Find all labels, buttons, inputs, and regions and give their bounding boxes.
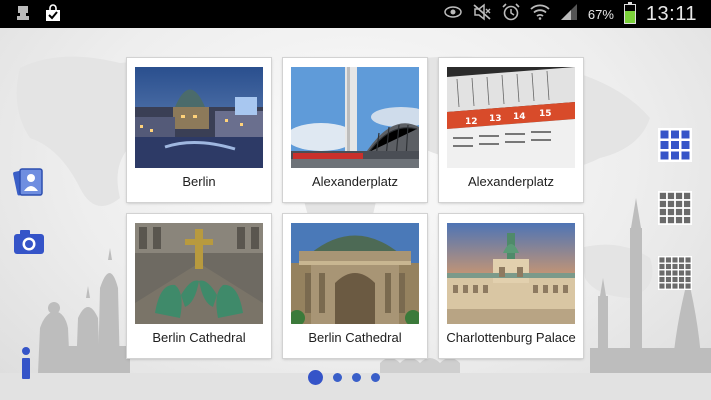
svg-text:12: 12: [465, 117, 478, 127]
battery-percent: 67%: [587, 6, 614, 22]
tile-label: Alexanderplatz: [312, 174, 398, 189]
usb-debug-icon: [16, 5, 30, 26]
svg-text:14: 14: [513, 112, 526, 122]
grid-3x3-icon: [658, 128, 692, 166]
view-grid-5x5-button[interactable]: [658, 256, 692, 295]
contacts-button[interactable]: [12, 164, 46, 203]
camera-icon: [12, 230, 46, 260]
world-clock-photo: 12 13 14 15: [447, 67, 575, 168]
tv-tower-photo: [291, 67, 419, 168]
page-dot-3[interactable]: [352, 373, 361, 382]
grid-4x4-icon: [658, 191, 692, 229]
tile-label: Berlin: [182, 174, 216, 189]
shopping-bag-check-icon: [44, 4, 62, 27]
tile-berlin-cathedral-statues[interactable]: Berlin Cathedral: [127, 214, 271, 358]
view-grid-4x4-button[interactable]: [658, 191, 692, 230]
tile-charlottenburg-palace[interactable]: Charlottenburg Palace: [439, 214, 583, 358]
eye-icon: [444, 5, 462, 23]
page-indicator: [308, 370, 380, 385]
tile-label: Alexanderplatz: [468, 174, 554, 189]
battery-icon: [623, 2, 636, 24]
wifi-icon: [530, 4, 550, 25]
tile-berlin[interactable]: Berlin: [127, 58, 271, 202]
svg-text:13: 13: [489, 114, 502, 124]
contacts-card-icon: [12, 168, 46, 202]
info-button[interactable]: [18, 346, 34, 385]
svg-text:15: 15: [539, 109, 552, 119]
view-grid-3x3-button[interactable]: [658, 128, 692, 167]
tile-berlin-cathedral-facade[interactable]: Berlin Cathedral: [283, 214, 427, 358]
page-dot-2[interactable]: [333, 373, 342, 382]
camera-button[interactable]: [12, 228, 46, 261]
tile-label: Charlottenburg Palace: [446, 330, 576, 345]
tile-alexanderplatz-clock[interactable]: 12 13 14 15 Alexanderplatz: [439, 58, 583, 202]
tile-label: Berlin Cathedral: [308, 330, 402, 345]
tile-alexanderplatz-tower[interactable]: Alexanderplatz: [283, 58, 427, 202]
palace-photo: [447, 223, 575, 324]
clock: 13:11: [645, 2, 697, 25]
cathedral-facade-photo: [291, 223, 419, 324]
alarm-icon: [502, 2, 520, 26]
tile-label: Berlin Cathedral: [152, 330, 246, 345]
page-dot-4[interactable]: [371, 373, 380, 382]
info-icon: [18, 347, 34, 384]
status-bar: 67% 13:11: [0, 0, 711, 28]
signal-icon: [560, 3, 578, 26]
mute-icon: [472, 2, 492, 26]
berlin-photo: [135, 67, 263, 168]
page-dot-1[interactable]: [308, 370, 323, 385]
grid-5x5-icon: [658, 256, 692, 294]
gallery-screen: Berlin Alexanderplatz 12 13 14 15 Alexan…: [0, 28, 711, 400]
cathedral-statues-photo: [135, 223, 263, 324]
